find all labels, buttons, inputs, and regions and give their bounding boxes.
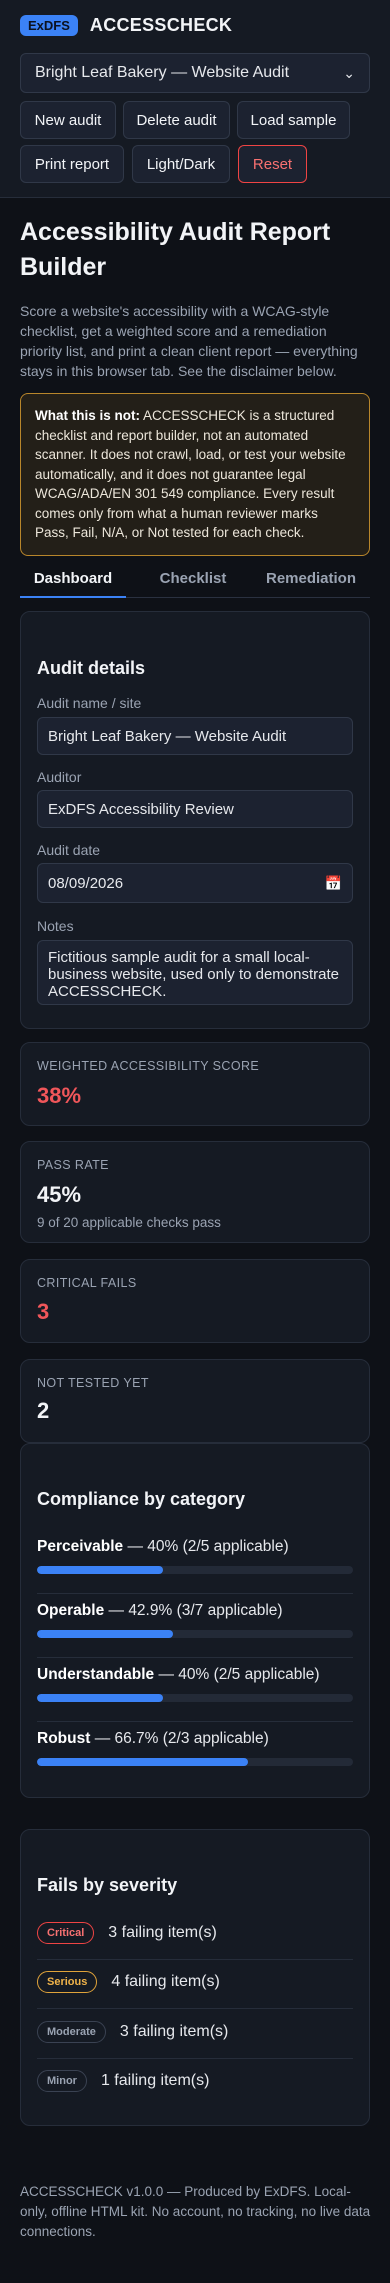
divider	[37, 1959, 353, 1960]
audit-details-title: Audit details	[37, 658, 146, 678]
critical-fails-value: 3	[37, 1299, 50, 1324]
divider	[37, 2058, 353, 2059]
category-understandable-bar	[37, 1694, 353, 1702]
pass-rate-card: PASS RATE 45% 9 of 20 applicable checks …	[20, 1141, 370, 1243]
score-label: WEIGHTED ACCESSIBILITY SCORE	[37, 1059, 260, 1073]
score-card: WEIGHTED ACCESSIBILITY SCORE 38%	[20, 1042, 370, 1126]
audit-date-input[interactable]: 08/09/2026 📅	[37, 863, 353, 903]
category-understandable-bar-fill	[37, 1694, 164, 1702]
category-perceivable-text: Perceivable — 40% (2/5 applicable)	[37, 1538, 289, 1555]
app-title: ACCESSCHECK	[89, 15, 233, 35]
category-operable-bar	[37, 1630, 353, 1638]
notes-textarea[interactable]: Fictitious sample audit for a small loca…	[37, 940, 353, 1005]
pass-rate-sub: 9 of 20 applicable checks pass	[37, 1215, 221, 1230]
severity-row-critical: Critical 3 failing item(s)	[37, 1919, 353, 1947]
category-perceivable: Perceivable — 40% (2/5 applicable)	[37, 1538, 353, 1578]
auditor-input[interactable]: ExDFS Accessibility Review	[37, 790, 353, 828]
divider	[37, 1721, 353, 1722]
not-tested-value: 2	[37, 1398, 50, 1423]
category-understandable-text: Understandable — 40% (2/5 applicable)	[37, 1666, 320, 1683]
brand: ExDFS ACCESSCHECK	[20, 15, 232, 36]
not-tested-card: NOT TESTED YET 2	[20, 1359, 370, 1443]
severity-row-moderate: Moderate 3 failing item(s)	[37, 2018, 353, 2046]
critical-count: 3 failing item(s)	[108, 1924, 217, 1941]
top-toolbar: ExDFS ACCESSCHECK Bright Leaf Bakery — W…	[0, 0, 390, 198]
severity-title: Fails by severity	[37, 1875, 178, 1895]
category-robust: Robust — 66.7% (2/3 applicable)	[37, 1730, 353, 1770]
load-sample-button[interactable]: Load sample	[237, 101, 350, 139]
minor-count: 1 failing item(s)	[100, 2072, 210, 2089]
not-tested-label: NOT TESTED YET	[37, 1376, 149, 1390]
print-report-button[interactable]: Print report	[20, 145, 124, 183]
critical-fails-label: CRITICAL FAILS	[37, 1276, 137, 1290]
footer-text: ACCESSCHECK v1.0.0 — Produced by ExDFS. …	[20, 2184, 371, 2239]
audit-date-value: 08/09/2026	[48, 874, 124, 892]
severity-row-minor: Minor 1 failing item(s)	[37, 2067, 353, 2095]
disclaimer-lead: What this is not:	[35, 408, 140, 423]
severity-card: Fails by severity Critical 3 failing ite…	[20, 1829, 370, 2126]
divider	[37, 1593, 353, 1594]
severity-row-serious: Serious 4 failing item(s)	[37, 1968, 353, 1996]
auditor-label: Auditor	[37, 769, 82, 785]
audit-name-label: Audit name / site	[37, 695, 142, 711]
page-intro: Score a website's accessibility with a W…	[20, 303, 358, 379]
audit-select[interactable]: Bright Leaf Bakery — Website Audit ⌄	[20, 53, 370, 93]
notes-label: Notes	[37, 918, 74, 934]
serious-badge: Serious	[37, 1971, 98, 1993]
category-robust-text: Robust — 66.7% (2/3 applicable)	[37, 1730, 269, 1747]
disclaimer-box: What this is not: ACCESSCHECK is a struc…	[20, 393, 370, 556]
calendar-icon[interactable]: 📅	[325, 875, 342, 892]
critical-badge: Critical	[37, 1922, 95, 1944]
tab-dashboard[interactable]: Dashboard	[20, 560, 126, 598]
audit-date-label: Audit date	[37, 842, 101, 858]
new-audit-button[interactable]: New audit	[20, 101, 116, 139]
category-robust-bar-fill	[37, 1758, 248, 1766]
pass-rate-value: 45%	[37, 1182, 82, 1207]
moderate-count: 3 failing item(s)	[119, 2023, 229, 2040]
minor-badge: Minor	[37, 2070, 87, 2092]
divider	[37, 2008, 353, 2009]
tab-checklist[interactable]: Checklist	[134, 560, 252, 596]
critical-fails-card: CRITICAL FAILS 3	[20, 1259, 370, 1343]
category-perceivable-bar-fill	[37, 1566, 164, 1574]
pass-rate-label: PASS RATE	[37, 1158, 109, 1172]
chevron-down-icon: ⌄	[343, 64, 355, 81]
tab-remediation[interactable]: Remediation	[252, 560, 370, 596]
compliance-card: Compliance by category Perceivable — 40%…	[20, 1443, 370, 1798]
tab-bar: Dashboard Checklist Remediation	[20, 560, 370, 598]
category-understandable: Understandable — 40% (2/5 applicable)	[37, 1666, 353, 1706]
divider	[37, 1657, 353, 1658]
category-robust-bar	[37, 1758, 353, 1766]
audit-name-input[interactable]: Bright Leaf Bakery — Website Audit	[37, 717, 353, 755]
reset-button[interactable]: Reset	[238, 145, 307, 183]
moderate-badge: Moderate	[37, 2021, 106, 2043]
category-operable: Operable — 42.9% (3/7 applicable)	[37, 1602, 353, 1642]
brand-badge: ExDFS	[20, 15, 78, 36]
serious-count: 4 failing item(s)	[111, 1973, 220, 1990]
page-title: Accessibility Audit Report Builder	[20, 218, 331, 281]
compliance-title: Compliance by category	[37, 1489, 246, 1509]
disclaimer-body: ACCESSCHECK is a structured checklist an…	[35, 408, 346, 540]
category-operable-text: Operable — 42.9% (3/7 applicable)	[37, 1602, 283, 1619]
score-value: 38%	[37, 1083, 82, 1108]
category-perceivable-bar	[37, 1566, 353, 1574]
audit-details-card: Audit details Audit name / site Bright L…	[20, 611, 370, 1029]
theme-toggle-button[interactable]: Light/Dark	[132, 145, 230, 183]
category-operable-bar-fill	[37, 1630, 173, 1638]
delete-audit-button[interactable]: Delete audit	[123, 101, 230, 139]
audit-select-value: Bright Leaf Bakery — Website Audit	[35, 64, 290, 81]
